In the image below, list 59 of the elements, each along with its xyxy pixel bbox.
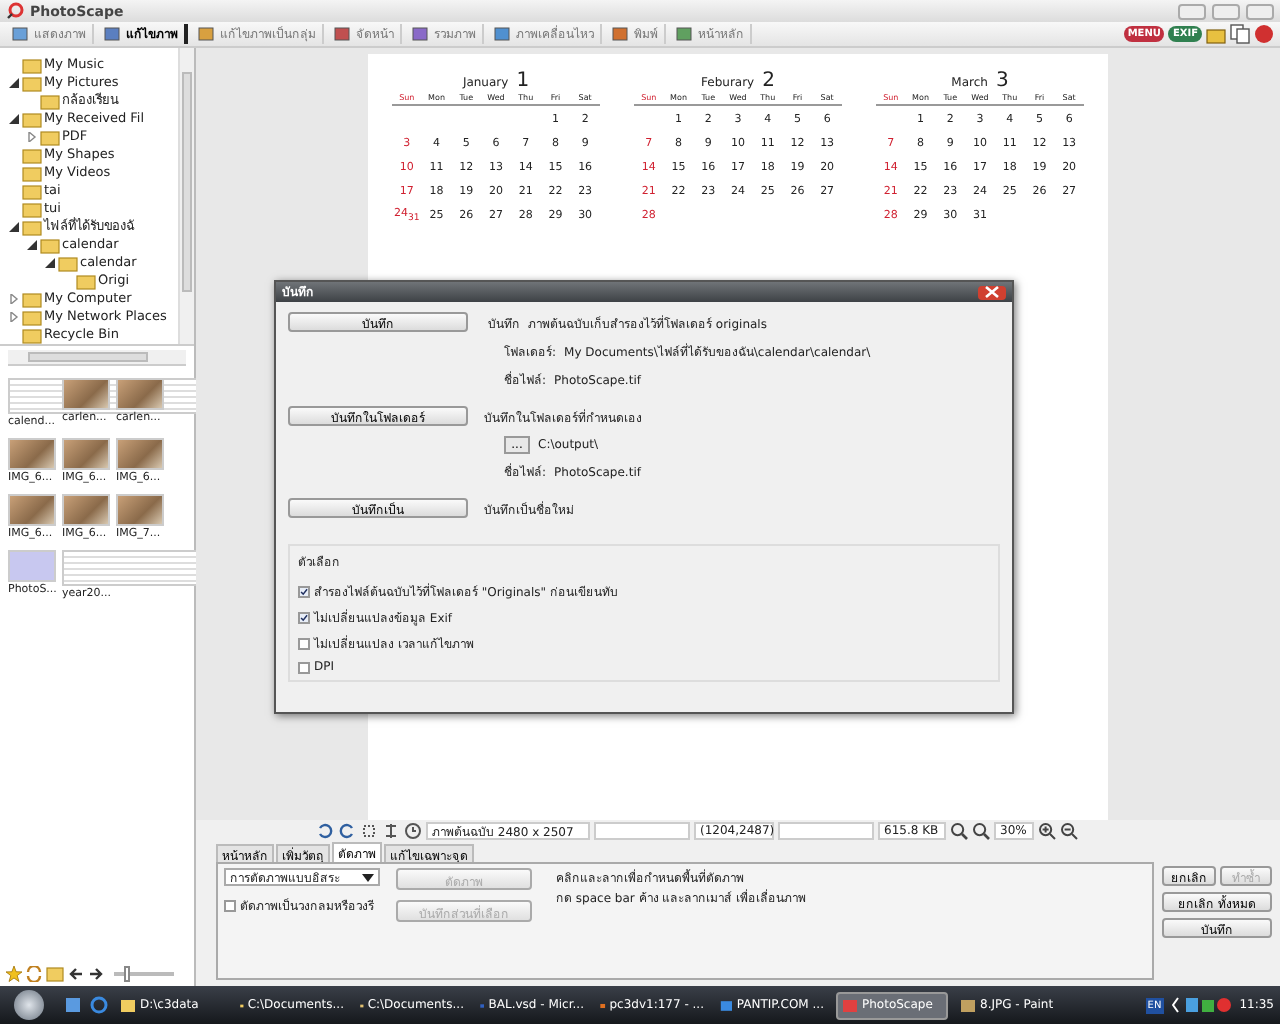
expand-toggle-icon[interactable] <box>26 132 38 142</box>
collapse-toggle-icon[interactable] <box>26 240 38 250</box>
thumbnail-image[interactable] <box>8 494 56 526</box>
zoom-fit-icon[interactable] <box>972 822 990 840</box>
refresh-icon[interactable] <box>26 966 42 982</box>
month-number: 1 <box>516 70 530 92</box>
picture-icon <box>676 26 694 42</box>
checkbox[interactable] <box>224 900 236 912</box>
star-icon[interactable] <box>6 966 22 982</box>
resize-icon[interactable] <box>382 822 400 840</box>
picture-icon <box>198 26 216 42</box>
close-button[interactable] <box>978 285 1006 299</box>
forward-arrow-icon[interactable] <box>88 966 104 982</box>
picture-icon <box>494 26 512 42</box>
checkbox[interactable] <box>298 661 310 673</box>
zoom-in-icon[interactable] <box>950 822 968 840</box>
thumbnail-image[interactable] <box>62 494 110 526</box>
rotate-left-icon[interactable] <box>316 822 334 840</box>
thumbnail-image[interactable] <box>8 550 56 582</box>
picture-icon <box>412 26 430 42</box>
zoom-out-icon[interactable] <box>1060 822 1078 840</box>
copy-icon[interactable] <box>1230 24 1250 44</box>
caret-icon <box>362 873 374 881</box>
scrollbar[interactable] <box>8 350 186 366</box>
thumbnail-image[interactable] <box>116 378 164 410</box>
collapse-toggle-icon[interactable] <box>44 258 56 268</box>
thumbnail-size-slider[interactable] <box>124 966 131 982</box>
thumbnail-image[interactable] <box>8 438 56 470</box>
folder-icon[interactable] <box>1206 25 1226 43</box>
picture-icon <box>104 26 122 42</box>
rotate-right-icon[interactable] <box>338 822 356 840</box>
app-logo-icon <box>6 2 24 20</box>
expand-toggle-icon[interactable] <box>8 294 20 304</box>
fit-icon[interactable] <box>360 822 378 840</box>
picture-icon <box>12 26 30 42</box>
thumbnail-image[interactable] <box>116 438 164 470</box>
picture-icon <box>612 26 630 42</box>
back-arrow-icon[interactable] <box>68 966 84 982</box>
collapse-toggle-icon[interactable] <box>8 114 20 124</box>
help-icon[interactable] <box>1254 24 1274 44</box>
start-button[interactable] <box>14 990 44 1020</box>
tray-icons[interactable] <box>1171 996 1232 1014</box>
collapse-toggle-icon[interactable] <box>8 222 20 232</box>
expand-toggle-icon[interactable] <box>8 312 20 322</box>
checkbox[interactable] <box>298 638 310 650</box>
thumbnail-image[interactable] <box>116 494 164 526</box>
checkbox[interactable] <box>298 586 310 598</box>
checkbox[interactable] <box>298 612 310 624</box>
clock-icon[interactable] <box>404 822 422 840</box>
month-number: 3 <box>995 70 1009 92</box>
desktop-icon[interactable] <box>64 996 82 1014</box>
scrollbar[interactable] <box>178 48 194 344</box>
zoom-in-icon[interactable] <box>1038 822 1056 840</box>
month-number: 2 <box>762 70 775 92</box>
picture-icon <box>334 26 352 42</box>
collapse-toggle-icon[interactable] <box>8 78 20 88</box>
thumbnail-image[interactable] <box>62 438 110 470</box>
browser-icon[interactable] <box>90 996 108 1014</box>
thumbnail-image[interactable] <box>62 378 110 410</box>
